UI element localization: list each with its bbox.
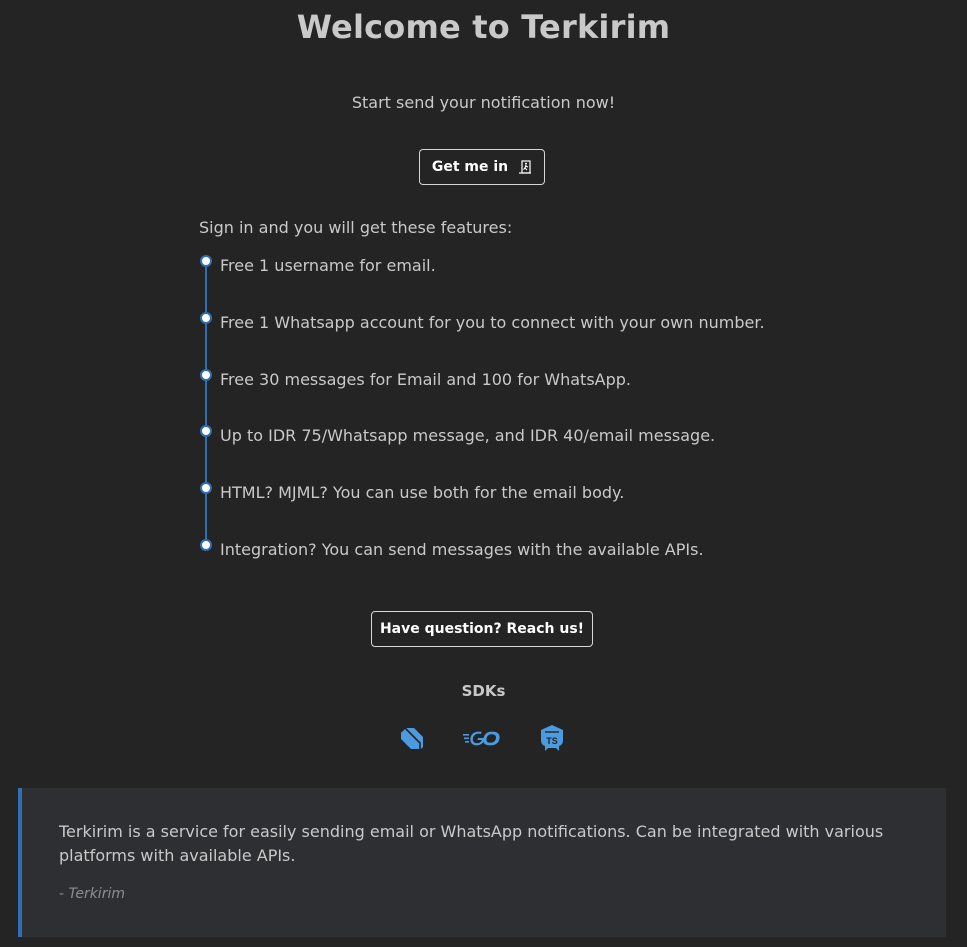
get-me-in-label: Get me in	[431, 159, 509, 175]
feature-text: Up to IDR 75/Whatsapp message, and IDR 4…	[220, 426, 716, 445]
dart-logo-icon[interactable]	[396, 722, 428, 754]
timeline-dot	[200, 482, 212, 494]
feature-item: Free 30 messages for Email and 100 for W…	[199, 368, 799, 390]
quote-cite: - Terkirim	[59, 886, 125, 902]
feature-item: Free 1 Whatsapp account for you to conne…	[199, 311, 799, 333]
timeline-dot	[200, 369, 212, 381]
go-logo-icon[interactable]	[462, 722, 502, 754]
typescript-logo-icon[interactable]: TS	[536, 722, 568, 754]
get-me-in-button[interactable]: Get me in	[419, 149, 545, 185]
about-quote: Terkirim is a service for easily sending…	[18, 788, 946, 937]
feature-item: HTML? MJML? You can use both for the ema…	[199, 481, 799, 503]
timeline-dot	[200, 539, 212, 551]
sdks-heading: SDKs	[461, 682, 506, 700]
reach-us-label: Have question? Reach us!	[379, 621, 585, 637]
feature-text: Free 1 Whatsapp account for you to conne…	[220, 313, 765, 332]
reach-us-button[interactable]: Have question? Reach us!	[371, 611, 593, 647]
feature-text: Free 1 username for email.	[220, 256, 436, 275]
svg-text:TS: TS	[546, 736, 558, 746]
feature-item: Free 1 username for email.	[199, 254, 799, 276]
door-enter-icon	[518, 160, 532, 174]
feature-text: Integration? You can send messages with …	[220, 540, 704, 559]
feature-text: Free 30 messages for Email and 100 for W…	[220, 370, 631, 389]
feature-item: Up to IDR 75/Whatsapp message, and IDR 4…	[199, 424, 799, 446]
page-title: Welcome to Terkirim	[296, 8, 671, 46]
page-subtitle: Start send your notification now!	[351, 93, 616, 112]
feature-item: Integration? You can send messages with …	[199, 538, 799, 560]
page: Welcome to Terkirim Start send your noti…	[0, 0, 967, 947]
timeline-dot	[200, 425, 212, 437]
sdk-icon-list: TS	[0, 722, 967, 754]
timeline-dot	[200, 312, 212, 324]
quote-text: Terkirim is a service for easily sending…	[59, 822, 884, 865]
feature-text: HTML? MJML? You can use both for the ema…	[220, 483, 625, 502]
timeline-dot	[200, 255, 212, 267]
features-heading: Sign in and you will get these features:	[199, 218, 513, 237]
